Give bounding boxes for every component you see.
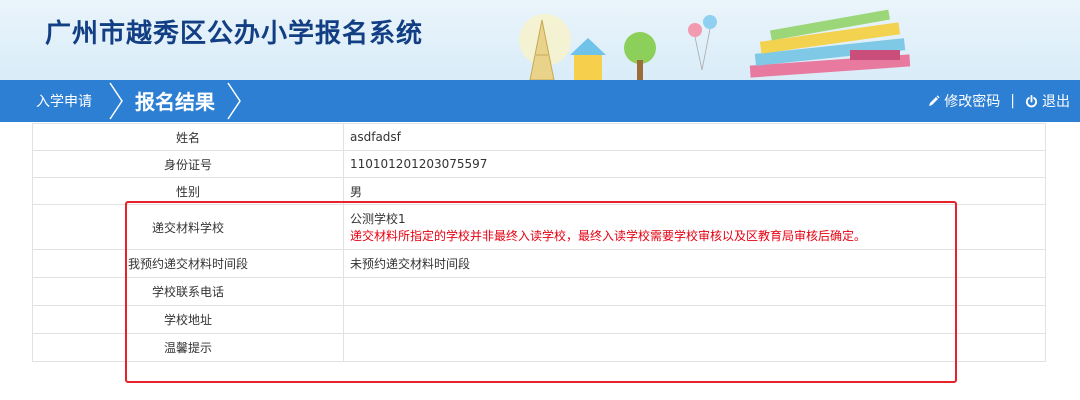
- breadcrumb-enrollment-apply[interactable]: 入学申请: [36, 91, 92, 111]
- breadcrumb-current-page: 报名结果: [135, 90, 215, 114]
- logout-link[interactable]: 退出: [1025, 91, 1070, 111]
- row-label-appointment-slot: 我预约递交材料时间段: [32, 249, 344, 278]
- chevron-right-icon: [227, 82, 241, 120]
- row-value-tips: [343, 333, 1046, 362]
- banner-illustration: [519, 9, 911, 80]
- row-label-id-number: 身份证号: [32, 150, 344, 178]
- row-value-appointment-slot: 未预约递交材料时间段: [343, 249, 1046, 278]
- submission-school-name: 公测学校1: [350, 212, 406, 226]
- logout-label: 退出: [1042, 94, 1070, 110]
- row-value-id-number: 110101201203075597: [343, 150, 1046, 178]
- user-actions: 修改密码 | 退出: [928, 91, 1070, 111]
- row-label-submission-school: 递交材料学校: [32, 204, 344, 250]
- chevron-right-icon: [109, 82, 123, 120]
- row-label-tips: 温馨提示: [32, 333, 344, 362]
- row-value-school-phone: [343, 277, 1046, 306]
- row-value-school-address: [343, 305, 1046, 334]
- header-banner: 广州市越秀区公办小学报名系统: [0, 0, 1080, 80]
- power-icon: [1025, 94, 1038, 107]
- table-row: 温馨提示: [32, 333, 1046, 362]
- table-row: 递交材料学校 公测学校1 递交材料所指定的学校并非最终入读学校，最终入读学校需要…: [32, 204, 1046, 250]
- table-row: 身份证号 110101201203075597: [32, 150, 1046, 178]
- row-value-gender: 男: [343, 177, 1046, 205]
- table-row: 性别 男: [32, 177, 1046, 205]
- nav-divider: |: [1010, 93, 1015, 109]
- row-label-school-address: 学校地址: [32, 305, 344, 334]
- submission-school-note: 递交材料所指定的学校并非最终入读学校，最终入读学校需要学校审核以及区教育局审核后…: [350, 229, 867, 243]
- row-label-name: 姓名: [32, 123, 344, 151]
- row-value-name: asdfadsf: [343, 123, 1046, 151]
- nav-bar: 入学申请 报名结果 修改密码 | 退出: [0, 80, 1080, 122]
- registration-result-table: 姓名 asdfadsf 身份证号 110101201203075597 性别 男…: [32, 123, 1046, 362]
- table-row: 姓名 asdfadsf: [32, 123, 1046, 151]
- system-title: 广州市越秀区公办小学报名系统: [45, 19, 424, 49]
- table-row: 学校地址: [32, 305, 1046, 334]
- table-row: 学校联系电话: [32, 277, 1046, 306]
- change-password-link[interactable]: 修改密码: [928, 91, 1000, 111]
- change-password-label: 修改密码: [944, 94, 1001, 110]
- row-label-school-phone: 学校联系电话: [32, 277, 344, 306]
- row-label-gender: 性别: [32, 177, 344, 205]
- pencil-icon: [929, 95, 940, 106]
- table-row: 我预约递交材料时间段 未预约递交材料时间段: [32, 249, 1046, 278]
- row-value-submission-school: 公测学校1 递交材料所指定的学校并非最终入读学校，最终入读学校需要学校审核以及区…: [343, 204, 1046, 250]
